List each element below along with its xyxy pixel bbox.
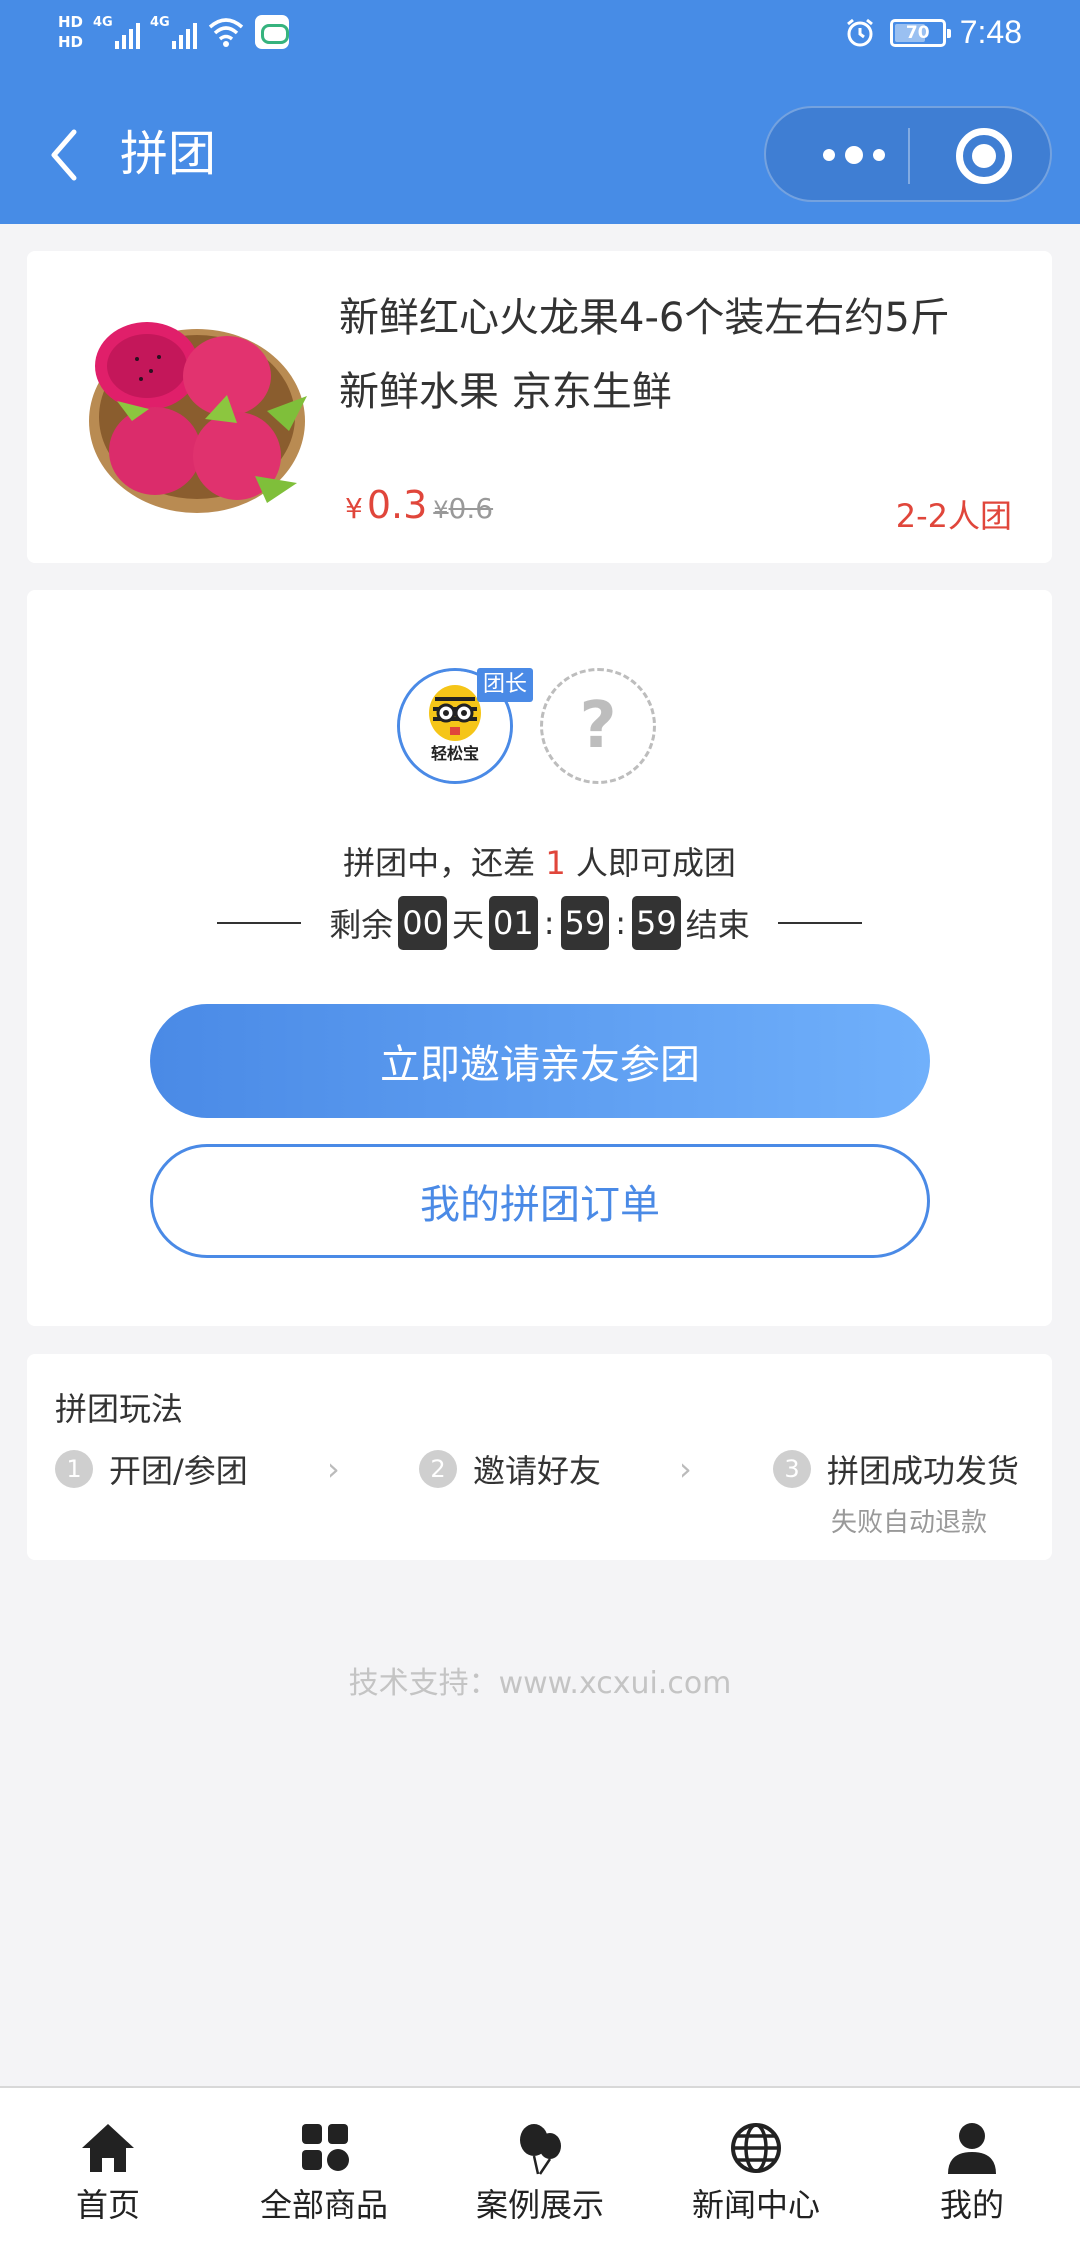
product-title-line1: 新鲜红心火龙果4-6个装左右约5斤 <box>339 295 950 341</box>
step-label: 邀请好友 <box>473 1452 602 1490</box>
tab-news[interactable]: 新闻中心 <box>648 2088 864 2244</box>
original-price: ¥0.6 <box>433 492 493 525</box>
battery-icon: 70 <box>889 18 951 47</box>
product-title-line2: 新鲜水果 京东生鲜 <box>339 369 672 415</box>
avatar-text: 轻松宝 <box>431 744 479 763</box>
step-number: 1 <box>55 1450 93 1488</box>
tab-all-products[interactable]: 全部商品 <box>216 2088 432 2244</box>
tab-bar: 首页 全部商品 案例展示 新闻中心 我的 <box>0 2086 1080 2244</box>
step-number: 3 <box>773 1450 811 1488</box>
divider-left <box>217 922 302 924</box>
hd1-label: HD <box>58 13 84 31</box>
miniapp-capsule <box>764 106 1052 202</box>
page-title: 拼团 <box>120 126 217 182</box>
rule-step-1: 1 开团/参团 <box>55 1446 248 1492</box>
end-label: 结束 <box>685 906 750 944</box>
day-unit: 天 <box>451 906 484 944</box>
empty-slot-avatar: ? <box>540 668 656 784</box>
group-price: 0.3 <box>366 483 428 527</box>
nav-bar: 拼团 <box>0 90 1080 220</box>
group-rules-card: 拼团玩法 1 开团/参团 › 2 邀请好友 › 3 拼团成功发货 失败自动退款 <box>27 1354 1052 1560</box>
rule-step-2: 2 邀请好友 <box>419 1446 601 1492</box>
colon-2: : <box>615 904 626 942</box>
capsule-divider <box>908 128 910 184</box>
home-icon <box>82 2124 134 2172</box>
battery-level: 70 <box>905 22 930 43</box>
tab-home[interactable]: 首页 <box>0 2088 216 2244</box>
countdown-seconds: 59 <box>632 896 681 950</box>
net2-label: 4G <box>150 15 170 30</box>
product-image <box>89 322 307 513</box>
tab-label: 首页 <box>75 2186 140 2224</box>
my-group-orders-button[interactable]: 我的拼团订单 <box>150 1144 930 1258</box>
tab-mine[interactable]: 我的 <box>864 2088 1080 2244</box>
tab-label: 新闻中心 <box>691 2186 820 2224</box>
more-icon[interactable] <box>804 130 904 180</box>
chevron-right-icon: › <box>327 1450 340 1488</box>
hd2-label: HD <box>58 33 84 51</box>
divider-right <box>777 922 862 924</box>
globe-icon <box>731 2123 781 2173</box>
status-suffix: 人即可成团 <box>565 844 736 882</box>
group-status-text: 拼团中，还差 1 人即可成团 <box>27 838 1052 884</box>
colon-1: : <box>543 904 555 942</box>
status-right: 70 7:48 <box>844 14 1022 51</box>
countdown-days: 00 <box>398 896 447 950</box>
remaining-label: 剩余 <box>329 906 394 944</box>
status-bar: HD HD 4G 4G 70 7:48 <box>0 0 1080 80</box>
countdown-timer: 剩余 00 天 01 : 59 : 59 结束 <box>27 895 1052 951</box>
notification-app-icon <box>255 15 290 49</box>
original-price-value: 0.6 <box>448 492 494 525</box>
invite-friends-button[interactable]: 立即邀请亲友参团 <box>150 1004 930 1118</box>
status-prefix: 拼团中，还差 <box>343 844 546 882</box>
group-size-label: 2-2人团 <box>895 497 1012 535</box>
alarm-icon <box>846 18 873 46</box>
net1-label: 4G <box>93 15 113 30</box>
step-number: 2 <box>419 1450 457 1488</box>
countdown-hours: 01 <box>489 896 538 950</box>
refund-note: 失败自动退款 <box>831 1508 988 1538</box>
header: HD HD 4G 4G 70 7:48 拼团 <box>0 0 1080 224</box>
clock-time: 7:48 <box>959 14 1022 50</box>
back-icon[interactable] <box>42 120 102 190</box>
tab-cases[interactable]: 案例展示 <box>432 2088 648 2244</box>
user-icon <box>948 2123 996 2174</box>
status-count: 1 <box>545 844 566 882</box>
tab-label: 我的 <box>939 2186 1004 2224</box>
tab-label: 全部商品 <box>259 2186 388 2224</box>
rules-title: 拼团玩法 <box>55 1390 184 1428</box>
wifi-icon <box>208 18 244 47</box>
status-left: HD HD 4G 4G <box>58 12 290 52</box>
tech-support-note: 技术支持：www.xcxui.com <box>348 1666 732 1701</box>
tab-label: 案例展示 <box>475 2186 604 2224</box>
product-card[interactable]: 新鲜红心火龙果4-6个装左右约5斤 新鲜水果 京东生鲜 ¥ 0.3 ¥0.6 2… <box>27 251 1052 563</box>
balloons-icon <box>520 2124 561 2175</box>
hd-indicator: HD HD <box>58 12 83 52</box>
rule-step-3: 3 拼团成功发货 <box>773 1446 1019 1492</box>
product-title: 新鲜红心火龙果4-6个装左右约5斤 新鲜水果 京东生鲜 <box>339 281 1019 429</box>
original-currency: ¥ <box>433 496 449 524</box>
leader-badge: 团长 <box>477 668 533 702</box>
countdown-minutes: 59 <box>560 896 610 950</box>
group-status-card: 轻松宝 团长 ? 拼团中，还差 1 人即可成团 剩余 00 天 01 : 59 … <box>27 590 1052 1326</box>
step-label: 开团/参团 <box>109 1452 248 1490</box>
price-row: ¥ 0.3 ¥0.6 <box>345 483 493 527</box>
step-label: 拼团成功发货 <box>827 1452 1020 1490</box>
signal-1-icon: 4G <box>93 15 141 49</box>
chevron-right-icon: › <box>679 1450 692 1488</box>
grid-icon <box>302 2124 349 2171</box>
signal-2-icon: 4G <box>150 15 198 49</box>
currency-symbol: ¥ <box>345 492 363 525</box>
close-miniapp-icon[interactable] <box>956 128 1012 184</box>
